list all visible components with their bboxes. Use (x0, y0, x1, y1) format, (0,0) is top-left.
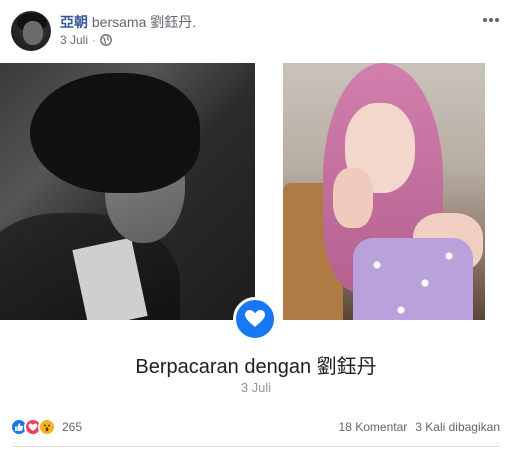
photo-author[interactable] (0, 63, 255, 320)
comments-count-link[interactable]: 18 Komentar (339, 420, 408, 434)
with-text: bersama (91, 14, 147, 30)
post-footer: 265 18 Komentar 3 Kali dibagikan (0, 414, 512, 442)
footer-stats: 18 Komentar 3 Kali dibagikan (339, 420, 500, 434)
wow-reaction-icon (38, 418, 56, 436)
author-line: 亞朝 bersama 劉鈺丹. (60, 12, 196, 32)
post-header: 亞朝 bersama 劉鈺丹. 3 Juli · (0, 0, 512, 60)
photo-gap (485, 63, 512, 320)
meta-separator: · (92, 33, 97, 47)
photo-divider (255, 63, 283, 320)
photo-area (0, 63, 512, 320)
post-meta: 3 Juli · (60, 33, 112, 47)
photo-partner[interactable] (283, 63, 485, 320)
author-name-link[interactable]: 亞朝 (60, 14, 88, 30)
reactions-summary[interactable]: 265 (10, 418, 82, 436)
post-date-link[interactable]: 3 Juli (60, 33, 88, 47)
more-horizontal-icon[interactable] (482, 12, 500, 22)
tagged-person-link[interactable]: 劉鈺丹 (150, 14, 192, 30)
heart-icon (233, 297, 277, 341)
life-event-date: 3 Juli (240, 380, 272, 395)
shares-count-link[interactable]: 3 Kali dibagikan (415, 420, 500, 434)
globe-icon[interactable] (100, 34, 112, 46)
tagged-suffix: . (192, 14, 197, 30)
reaction-count[interactable]: 265 (62, 420, 82, 434)
footer-divider (12, 446, 500, 447)
life-event-title: Berpacaran dengan 劉鈺丹 (135, 356, 377, 378)
author-avatar[interactable] (11, 11, 51, 51)
